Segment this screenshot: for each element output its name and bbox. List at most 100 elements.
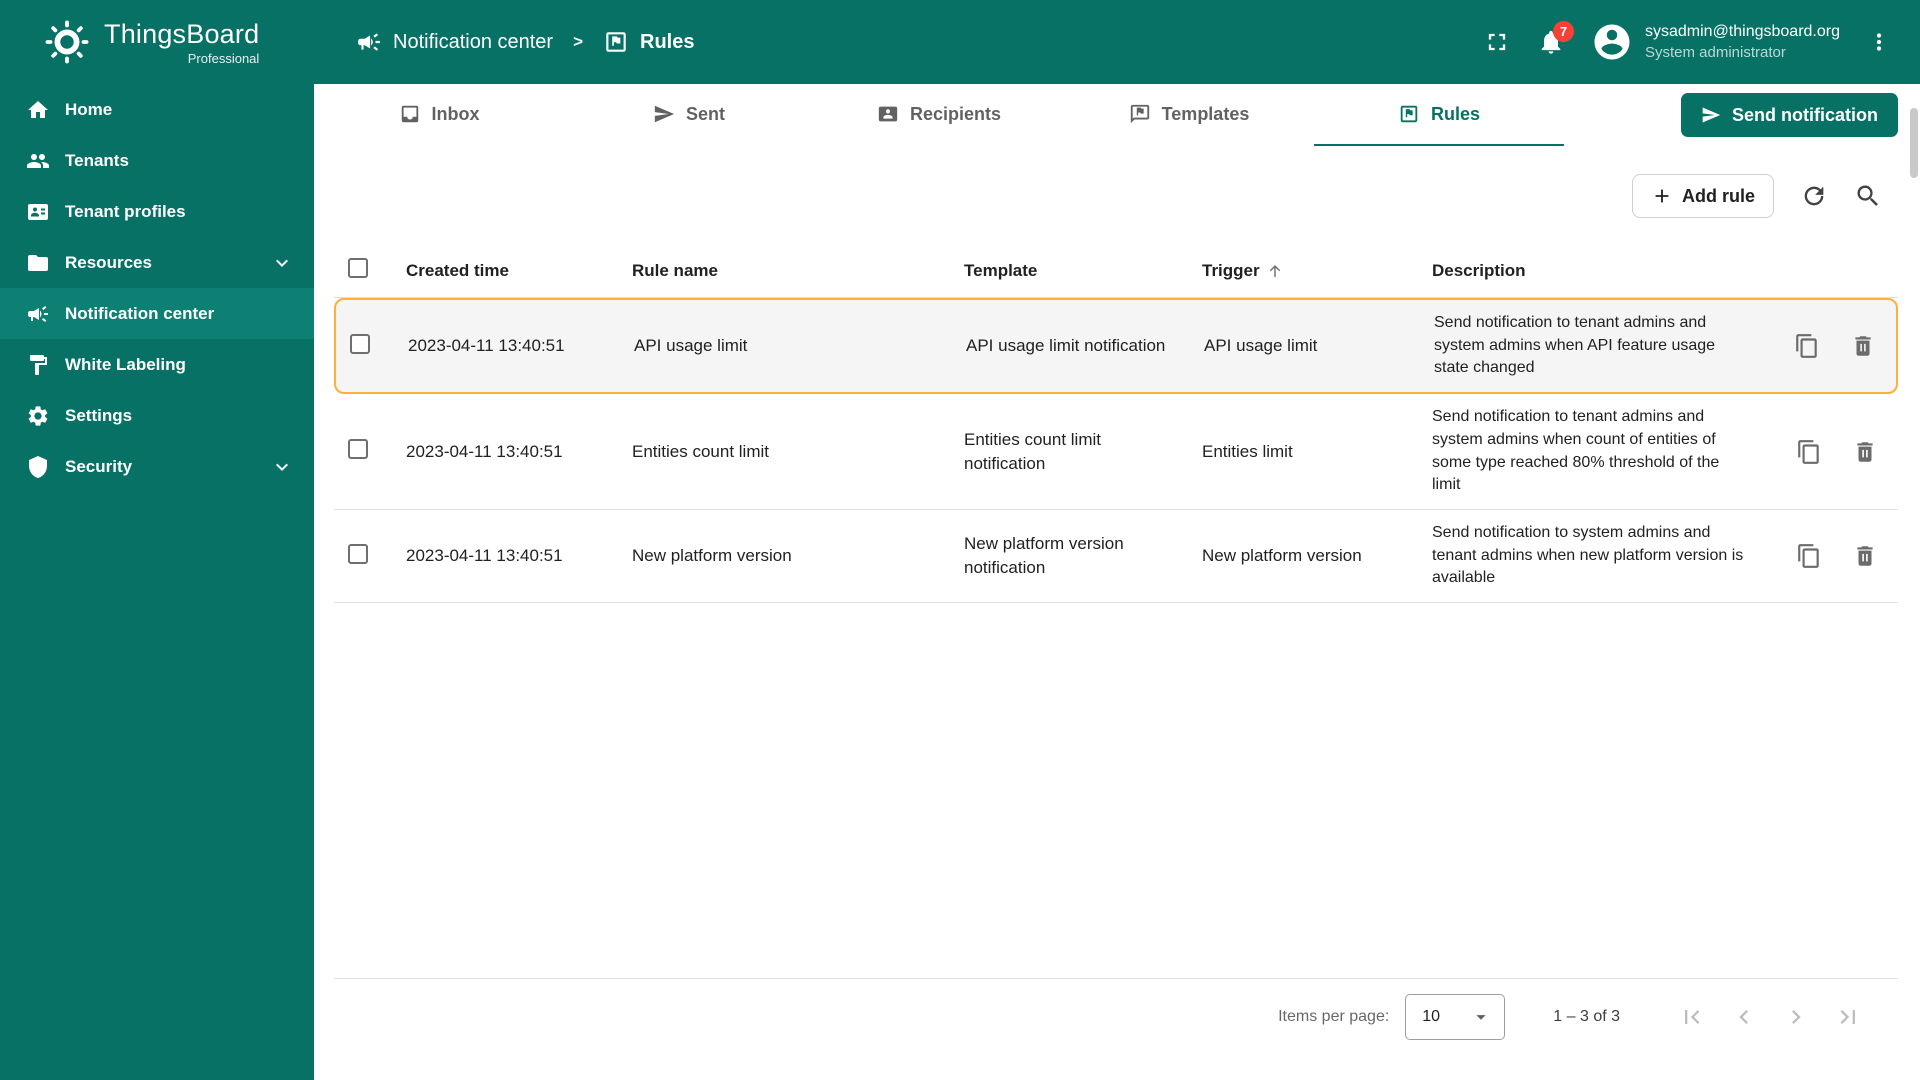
white-labeling-icon	[26, 353, 50, 377]
app-logo[interactable]: ThingsBoard Professional	[0, 19, 314, 66]
select-all-checkbox[interactable]	[348, 258, 368, 278]
pagination-bar: Items per page: 10 1 – 3 of 3	[334, 978, 1898, 1054]
chevron-left-icon	[1730, 1003, 1758, 1031]
column-header-rule-name[interactable]: Rule name	[632, 261, 964, 281]
tenants-icon	[26, 149, 50, 173]
table-row[interactable]: 2023-04-11 13:40:51 Entities count limit…	[334, 394, 1898, 511]
send-notification-button[interactable]: Send notification	[1681, 93, 1898, 137]
table-toolbar: Add rule	[334, 172, 1898, 220]
send-icon	[1701, 105, 1721, 125]
last-page-icon	[1834, 1003, 1862, 1031]
cell-template: New platform version notification	[964, 534, 1124, 578]
rules-icon	[1398, 103, 1420, 125]
sidebar-item-label: Resources	[65, 252, 152, 272]
plus-icon	[1651, 185, 1673, 207]
copy-rule-button[interactable]	[1794, 333, 1820, 359]
previous-page-button[interactable]	[1730, 1003, 1758, 1031]
notification-center-icon	[26, 302, 50, 326]
refresh-button[interactable]	[1800, 182, 1828, 210]
items-per-page-label: Items per page:	[1278, 1007, 1390, 1025]
cell-trigger: New platform version	[1202, 546, 1362, 566]
column-header-description[interactable]: Description	[1432, 261, 1768, 281]
cell-trigger: Entities limit	[1202, 441, 1293, 461]
next-page-button[interactable]	[1782, 1003, 1810, 1031]
search-button[interactable]	[1854, 182, 1882, 210]
breadcrumb-separator: >	[573, 32, 584, 51]
inbox-icon	[399, 103, 421, 125]
sidebar-item-settings[interactable]: Settings	[0, 390, 314, 441]
sidebar-item-tenant-profiles[interactable]: Tenant profiles	[0, 186, 314, 237]
cell-created-time: 2023-04-11 13:40:51	[406, 441, 563, 461]
row-checkbox[interactable]	[348, 439, 368, 460]
column-header-created-time[interactable]: Created time	[406, 261, 632, 281]
tab-rules[interactable]: Rules	[1314, 84, 1564, 146]
scrollbar-thumb[interactable]	[1910, 108, 1918, 178]
dropdown-arrow-icon	[1470, 1006, 1492, 1028]
copy-rule-button[interactable]	[1796, 543, 1822, 569]
tab-label: Templates	[1161, 103, 1250, 124]
delete-rule-button[interactable]	[1852, 439, 1878, 465]
sidebar-item-label: White Labeling	[65, 354, 186, 374]
sidebar-item-home[interactable]: Home	[0, 84, 314, 135]
row-checkbox[interactable]	[350, 333, 370, 354]
breadcrumb-rules[interactable]: Rules	[603, 29, 694, 55]
breadcrumb: Notification center > Rules	[356, 29, 694, 55]
tab-label: Inbox	[431, 103, 480, 124]
delete-icon	[1852, 439, 1878, 465]
security-icon	[26, 455, 50, 479]
first-page-button[interactable]	[1678, 1003, 1706, 1031]
first-page-icon	[1678, 1003, 1706, 1031]
row-checkbox[interactable]	[348, 543, 368, 564]
column-header-trigger[interactable]: Trigger	[1202, 261, 1432, 281]
cell-template: Entities count limit notification	[964, 429, 1101, 473]
avatar-icon	[1591, 21, 1633, 63]
pager-controls	[1678, 1003, 1862, 1031]
sidebar-item-white-labeling[interactable]: White Labeling	[0, 339, 314, 390]
cell-rule-name: Entities count limit	[632, 441, 769, 461]
sidebar-item-label: Settings	[65, 405, 133, 425]
notifications-badge: 7	[1552, 21, 1574, 42]
pagination-range: 1 – 3 of 3	[1553, 1007, 1620, 1025]
tab-templates[interactable]: Templates	[1064, 84, 1314, 146]
table-row[interactable]: 2023-04-11 13:40:51 API usage limit API …	[334, 298, 1898, 395]
cell-created-time: 2023-04-11 13:40:51	[408, 336, 565, 356]
sent-icon	[653, 103, 675, 125]
last-page-button[interactable]	[1834, 1003, 1862, 1031]
items-per-page-value: 10	[1422, 1007, 1441, 1025]
user-menu[interactable]: sysadmin@thingsboard.org System administ…	[1591, 21, 1840, 63]
cell-rule-name: New platform version	[632, 546, 792, 566]
sidebar-item-resources[interactable]: Resources	[0, 237, 314, 288]
tabs-row: Inbox Sent Recipients Templates Rules Se…	[314, 84, 1920, 146]
breadcrumb-notification-center[interactable]: Notification center	[356, 29, 553, 55]
tab-label: Sent	[685, 103, 725, 124]
tab-inbox[interactable]: Inbox	[314, 84, 564, 146]
app-name: ThingsBoard	[104, 18, 260, 49]
copy-icon	[1796, 439, 1822, 465]
column-header-template[interactable]: Template	[964, 261, 1202, 281]
delete-rule-button[interactable]	[1852, 543, 1878, 569]
items-per-page-select[interactable]: 10	[1405, 993, 1506, 1040]
cell-template: API usage limit notification	[966, 336, 1166, 356]
sort-ascending-arrow-icon	[1266, 262, 1284, 280]
copy-rule-button[interactable]	[1796, 439, 1822, 465]
tab-recipients[interactable]: Recipients	[814, 84, 1064, 146]
row-checkbox-cell	[334, 543, 406, 569]
notifications-button[interactable]: 7	[1537, 21, 1574, 56]
tab-label: Recipients	[909, 103, 1002, 124]
settings-icon	[26, 404, 50, 428]
sidebar-item-label: Tenant profiles	[65, 201, 186, 221]
more-menu-button[interactable]	[1866, 29, 1892, 55]
app-edition: Professional	[187, 50, 260, 66]
cell-rule-name: API usage limit	[634, 336, 748, 356]
cell-trigger: API usage limit	[1204, 336, 1318, 356]
delete-rule-button[interactable]	[1850, 333, 1876, 359]
sidebar-item-security[interactable]: Security	[0, 441, 314, 492]
sidebar-item-notification-center[interactable]: Notification center	[0, 288, 314, 339]
fullscreen-button[interactable]	[1483, 28, 1511, 56]
add-rule-button[interactable]: Add rule	[1631, 174, 1774, 218]
table-row[interactable]: 2023-04-11 13:40:51 New platform version…	[334, 510, 1898, 604]
tab-sent[interactable]: Sent	[564, 84, 814, 146]
folder-icon	[26, 251, 50, 275]
cell-description: Send notification to tenant admins and s…	[1434, 314, 1716, 377]
sidebar-item-tenants[interactable]: Tenants	[0, 135, 314, 186]
